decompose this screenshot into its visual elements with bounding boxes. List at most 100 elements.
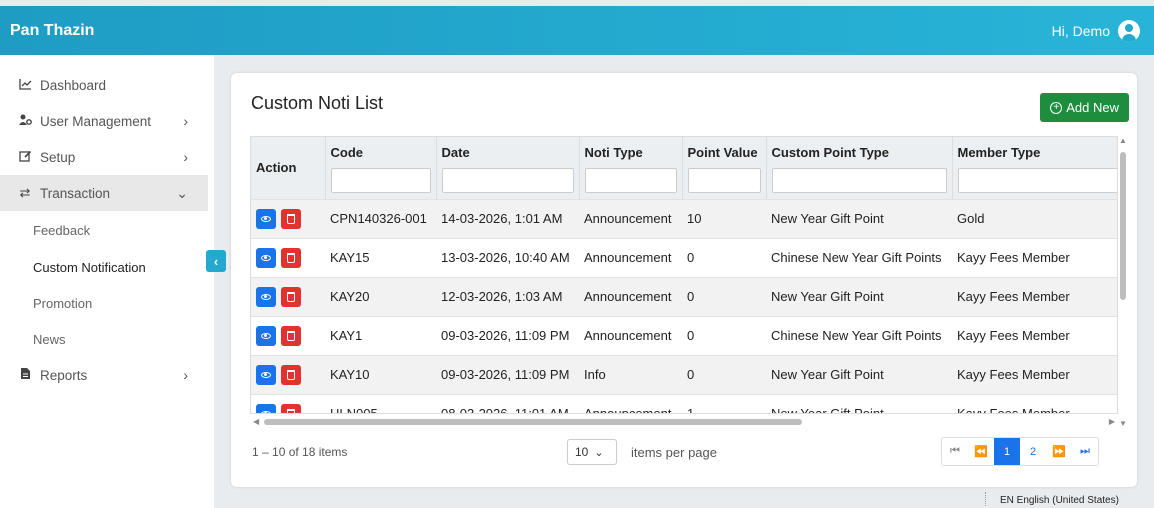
exchange-icon: ⇄ [19,185,31,200]
noti-type-cell: Announcement [579,315,682,355]
view-button[interactable] [256,325,276,346]
noti-type-filter-input[interactable] [584,168,677,193]
page-size-value: 10 [575,445,589,459]
noti-type-cell: Announcement [579,393,682,413]
point-value-cell: 0 [682,315,766,355]
column-header-code: Code [325,137,437,199]
delete-button[interactable] [281,325,301,346]
table-row[interactable]: KAY1 09-03-2026, 11:09 PM Announcement 0… [251,315,1117,355]
noti-type-cell: Info [579,354,682,394]
horizontal-scroll-thumb[interactable] [264,419,802,425]
previous-pages-icon[interactable]: ⏪ [968,438,994,465]
delete-button[interactable] [281,364,301,385]
delete-button[interactable] [281,286,301,307]
scroll-up-arrow-icon[interactable]: ▲ [1119,136,1127,145]
point-value-filter-input[interactable] [687,168,761,193]
first-page-icon[interactable]: ⏮ [942,438,968,465]
sidebar-item-reports[interactable]: Reports › [0,357,208,393]
page-title: Custom Noti List [251,93,384,113]
sidebar-item-label: Reports [40,367,88,383]
eye-icon [261,293,271,300]
user-avatar-icon[interactable] [1118,20,1140,42]
date-cell: 09-03-2026, 11:09 PM [436,354,579,394]
chevron-right-icon: › [183,367,188,383]
scroll-down-arrow-icon[interactable]: ▼ [1119,419,1127,428]
point-value-cell: 0 [682,354,766,394]
vertical-scroll-thumb[interactable] [1120,152,1126,300]
delete-button[interactable] [281,208,301,229]
custom-point-type-cell: New Year Gift Point [766,276,952,316]
view-button[interactable] [256,208,276,229]
column-header-noti-type: Noti Type [579,137,683,199]
column-header-label: Code [330,145,364,160]
subnav-news[interactable]: News [33,332,66,347]
sidebar-item-label: Transaction [40,185,111,201]
language-indicator[interactable]: EN English (United States) [1000,495,1119,506]
view-button[interactable] [256,247,276,268]
code-filter-input[interactable] [330,168,431,193]
collapse-sidebar-button[interactable]: ‹ [206,250,226,272]
page-button-1[interactable]: 1 [994,438,1020,465]
delete-button[interactable] [281,247,301,268]
sidebar-item-setup[interactable]: Setup › [0,139,208,175]
brand-title: Pan Thazin [10,22,95,39]
table-row[interactable]: KAY20 12-03-2026, 1:03 AM Announcement 0… [251,276,1117,316]
sidebar-item-transaction[interactable]: ⇄ Transaction ⌄ [0,175,208,211]
trash-icon [287,213,295,224]
trash-icon [287,330,295,341]
subnav-custom-notification[interactable]: Custom Notification [33,260,146,275]
column-header-custom-point-type: Custom Point Type [766,137,953,199]
add-new-button[interactable]: + Add New [1040,93,1129,122]
custom-point-type-cell: New Year Gift Point [766,393,952,413]
table-row[interactable]: KAY10 09-03-2026, 11:09 PM Info 0 New Ye… [251,354,1117,394]
sidebar: Dashboard User Management › Setup › ⇄ Tr… [0,55,214,508]
horizontal-scrollbar[interactable]: ◀ ▶ [250,417,1118,427]
scroll-left-arrow-icon[interactable]: ◀ [253,417,259,426]
code-cell: KAY1 [325,315,436,355]
table-row[interactable]: CPN140326-001 14-03-2026, 1:01 AM Announ… [251,198,1117,238]
column-header-label: Custom Point Type [771,145,889,160]
pager-info: 1 – 10 of 18 items [252,445,348,459]
subnav-feedback[interactable]: Feedback [33,223,90,238]
view-button[interactable] [256,286,276,307]
point-value-cell: 1 [682,393,766,413]
user-menu[interactable]: Hi, Demo [1052,20,1140,42]
sidebar-item-user-management[interactable]: User Management › [0,103,208,139]
custom-point-type-cell: Chinese New Year Gift Points [766,237,952,277]
column-header-label: Noti Type [584,145,643,160]
delete-button[interactable] [281,403,301,413]
member-type-filter-input[interactable] [957,168,1117,193]
table-row[interactable]: KAY15 13-03-2026, 10:40 AM Announcement … [251,237,1117,277]
column-header-label: Member Type [957,145,1041,160]
edit-icon [18,150,32,165]
eye-icon [261,215,271,222]
view-button[interactable] [256,403,276,413]
column-header-member-type: Member Type [952,137,1117,199]
last-page-icon[interactable]: ⏭ [1072,438,1098,465]
point-value-cell: 0 [682,237,766,277]
action-cell [251,354,325,394]
next-pages-icon[interactable]: ⏩ [1046,438,1072,465]
top-bar: Pan Thazin Hi, Demo [0,6,1154,55]
custom-point-type-cell: Chinese New Year Gift Points [766,315,952,355]
vertical-scrollbar[interactable]: ▲ ▼ [1118,136,1130,428]
date-cell: 12-03-2026, 1:03 AM [436,276,579,316]
custom-point-type-cell: New Year Gift Point [766,198,952,238]
pagination: ⏮ ⏪ 1 2 ⏩ ⏭ [941,437,1099,466]
noti-table: Action Code Date Noti Type Point Value C… [251,137,1117,413]
subnav-promotion[interactable]: Promotion [33,296,92,311]
action-cell [251,237,325,277]
table-row[interactable]: HLN005 08-03-2026, 11:01 AM Announcement… [251,393,1117,413]
date-filter-input[interactable] [441,168,574,193]
custom-point-type-filter-input[interactable] [771,168,947,193]
taskbar-divider [985,492,986,506]
view-button[interactable] [256,364,276,385]
member-type-cell: Kayy Fees Member [952,315,1117,355]
code-cell: KAY15 [325,237,436,277]
sidebar-item-dashboard[interactable]: Dashboard [0,67,208,103]
page-size-select[interactable]: 10 ⌄ [567,439,617,465]
page-button-2[interactable]: 2 [1020,438,1046,465]
scroll-right-arrow-icon[interactable]: ▶ [1109,417,1115,426]
code-cell: KAY20 [325,276,436,316]
trash-icon [287,291,295,302]
